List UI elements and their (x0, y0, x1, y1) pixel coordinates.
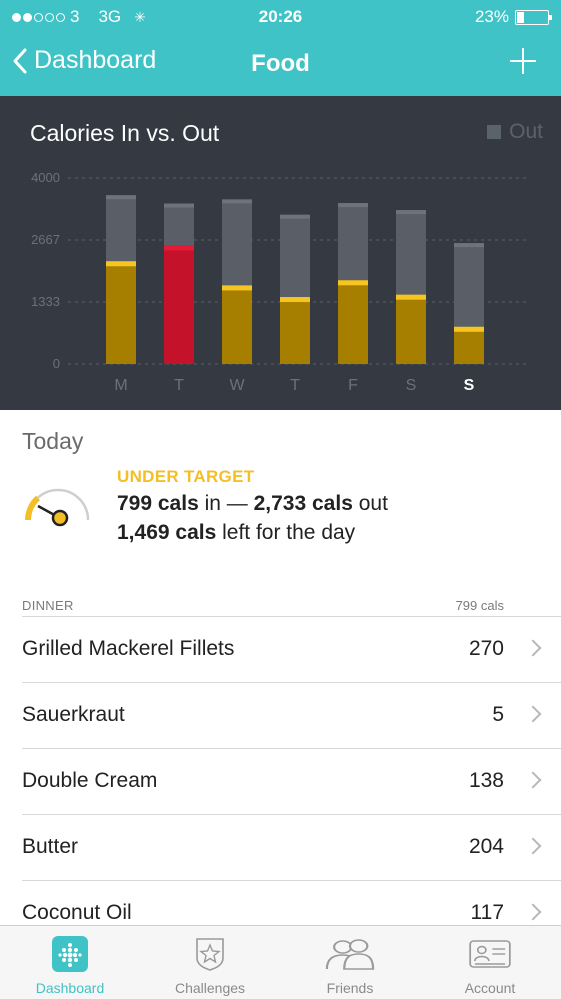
food-calories: 138 (468, 769, 504, 792)
food-item-row[interactable]: Double Cream 138 (22, 749, 561, 815)
cals-left: 1,469 cals left for the day (117, 521, 355, 545)
bar-out-cap (338, 203, 368, 208)
battery-percent: 23% (474, 7, 509, 26)
app: 3 3G ✳ 20:26 23% Dashboard Food 0 1333 266… (0, 0, 561, 999)
food-calories: 270 (468, 637, 504, 660)
bar-in (164, 245, 194, 364)
chart-title: Calories In vs. Out (30, 120, 220, 146)
bar-in-cap (396, 294, 426, 300)
bar-in (106, 261, 136, 364)
target-status: UNDER TARGET (117, 467, 255, 486)
y-tick-label: 4000 (31, 170, 60, 185)
bar-out-cap (454, 243, 484, 248)
tab-label: Friends (326, 980, 374, 996)
bar-in-cap (280, 297, 310, 303)
header: 3 3G ✳ 20:26 23% Dashboard Food (0, 0, 561, 96)
back-label: Dashboard (34, 46, 157, 74)
tab-challenges[interactable]: Challenges (140, 926, 280, 999)
chevron-right-icon (524, 903, 542, 921)
cals-in-out: 799 cals in — 2,733 cals out (117, 492, 388, 516)
status-bar: 3 3G ✳ 20:26 23% (0, 0, 561, 34)
food-name: Butter (22, 835, 79, 858)
cals-out-value: 2,733 cals (253, 492, 353, 515)
x-tick-label: S (406, 377, 417, 394)
cals-in-suffix: in — (198, 492, 254, 515)
meal-name: DINNER (22, 598, 74, 613)
cals-out-suffix: out (352, 492, 388, 515)
food-item-row[interactable]: Butter 204 (22, 815, 561, 881)
bar-in-cap (338, 280, 368, 286)
tab-account[interactable]: Account (420, 926, 560, 999)
bar-in (396, 294, 426, 364)
dashboard-icon (52, 936, 88, 972)
cals-left-suffix: left for the day (216, 521, 356, 544)
bar-out-cap (164, 203, 194, 208)
bar-out-cap (106, 195, 136, 200)
food-name: Sauerkraut (22, 703, 125, 726)
challenges-icon (196, 938, 224, 971)
tab-friends[interactable]: Friends (280, 926, 420, 999)
bar-in (222, 285, 252, 364)
x-tick-label: T (290, 377, 300, 394)
tab-label: Dashboard (35, 980, 105, 996)
cals-in-value: 799 cals (117, 492, 199, 515)
bar-in-cap (222, 285, 252, 291)
back-button[interactable]: Dashboard (12, 46, 156, 75)
x-tick-label: S (464, 377, 475, 394)
account-icon (469, 940, 511, 968)
bar-in (338, 280, 368, 364)
friends-icon (325, 939, 375, 970)
meal-total: 799 cals (455, 598, 504, 613)
x-tick-label: T (174, 377, 184, 394)
battery-info: 23% (474, 7, 552, 27)
food-calories: 204 (468, 835, 504, 858)
food-name: Double Cream (22, 769, 158, 792)
bar-in-cap (454, 326, 484, 332)
y-tick-label: 0 (53, 356, 60, 371)
legend-label-out: Out (509, 120, 543, 143)
tab-bar: Dashboard Challenges Friends Account (0, 925, 561, 999)
chart-legend: Out (487, 120, 543, 144)
bar-in (280, 297, 310, 364)
navigation-bar: Dashboard Food (0, 40, 561, 88)
calorie-gauge-icon (25, 488, 90, 527)
x-tick-label: M (114, 377, 127, 394)
tab-label: Account (464, 980, 516, 996)
add-button[interactable] (505, 42, 541, 78)
tab-label: Challenges (174, 980, 246, 996)
chevron-right-icon (524, 705, 542, 723)
food-item-row[interactable]: Sauerkraut 5 (22, 683, 561, 749)
tab-dashboard[interactable]: Dashboard (0, 926, 140, 999)
chevron-right-icon (524, 771, 542, 789)
legend-swatch-out (487, 125, 502, 139)
food-calories: 5 (492, 703, 504, 726)
x-tick-label: W (229, 377, 245, 394)
bar-in-cap (164, 245, 194, 251)
food-item-row[interactable]: Grilled Mackerel Fillets 270 (22, 617, 561, 683)
y-tick-label: 1333 (31, 294, 60, 309)
battery-icon (515, 9, 552, 25)
calories-chart: 0 1333 2667 4000 M T W T F S S Calories In vs. Out… (0, 96, 561, 410)
chevron-left-icon (13, 48, 27, 73)
cals-left-value: 1,469 cals (117, 521, 217, 544)
food-name: Grilled Mackerel Fillets (22, 637, 235, 660)
bar-in (454, 326, 484, 364)
chevron-right-icon (524, 837, 542, 855)
bar-out-cap (280, 214, 310, 219)
section-title-today: Today (22, 428, 84, 454)
chevron-right-icon (524, 639, 542, 657)
bar-out-cap (396, 210, 426, 215)
bar-in-cap (106, 261, 136, 267)
y-tick-label: 2667 (31, 232, 60, 247)
food-calories: 117 (470, 901, 504, 924)
food-name: Coconut Oil (22, 901, 132, 924)
bar-out-cap (222, 199, 252, 204)
x-tick-label: F (348, 377, 358, 394)
